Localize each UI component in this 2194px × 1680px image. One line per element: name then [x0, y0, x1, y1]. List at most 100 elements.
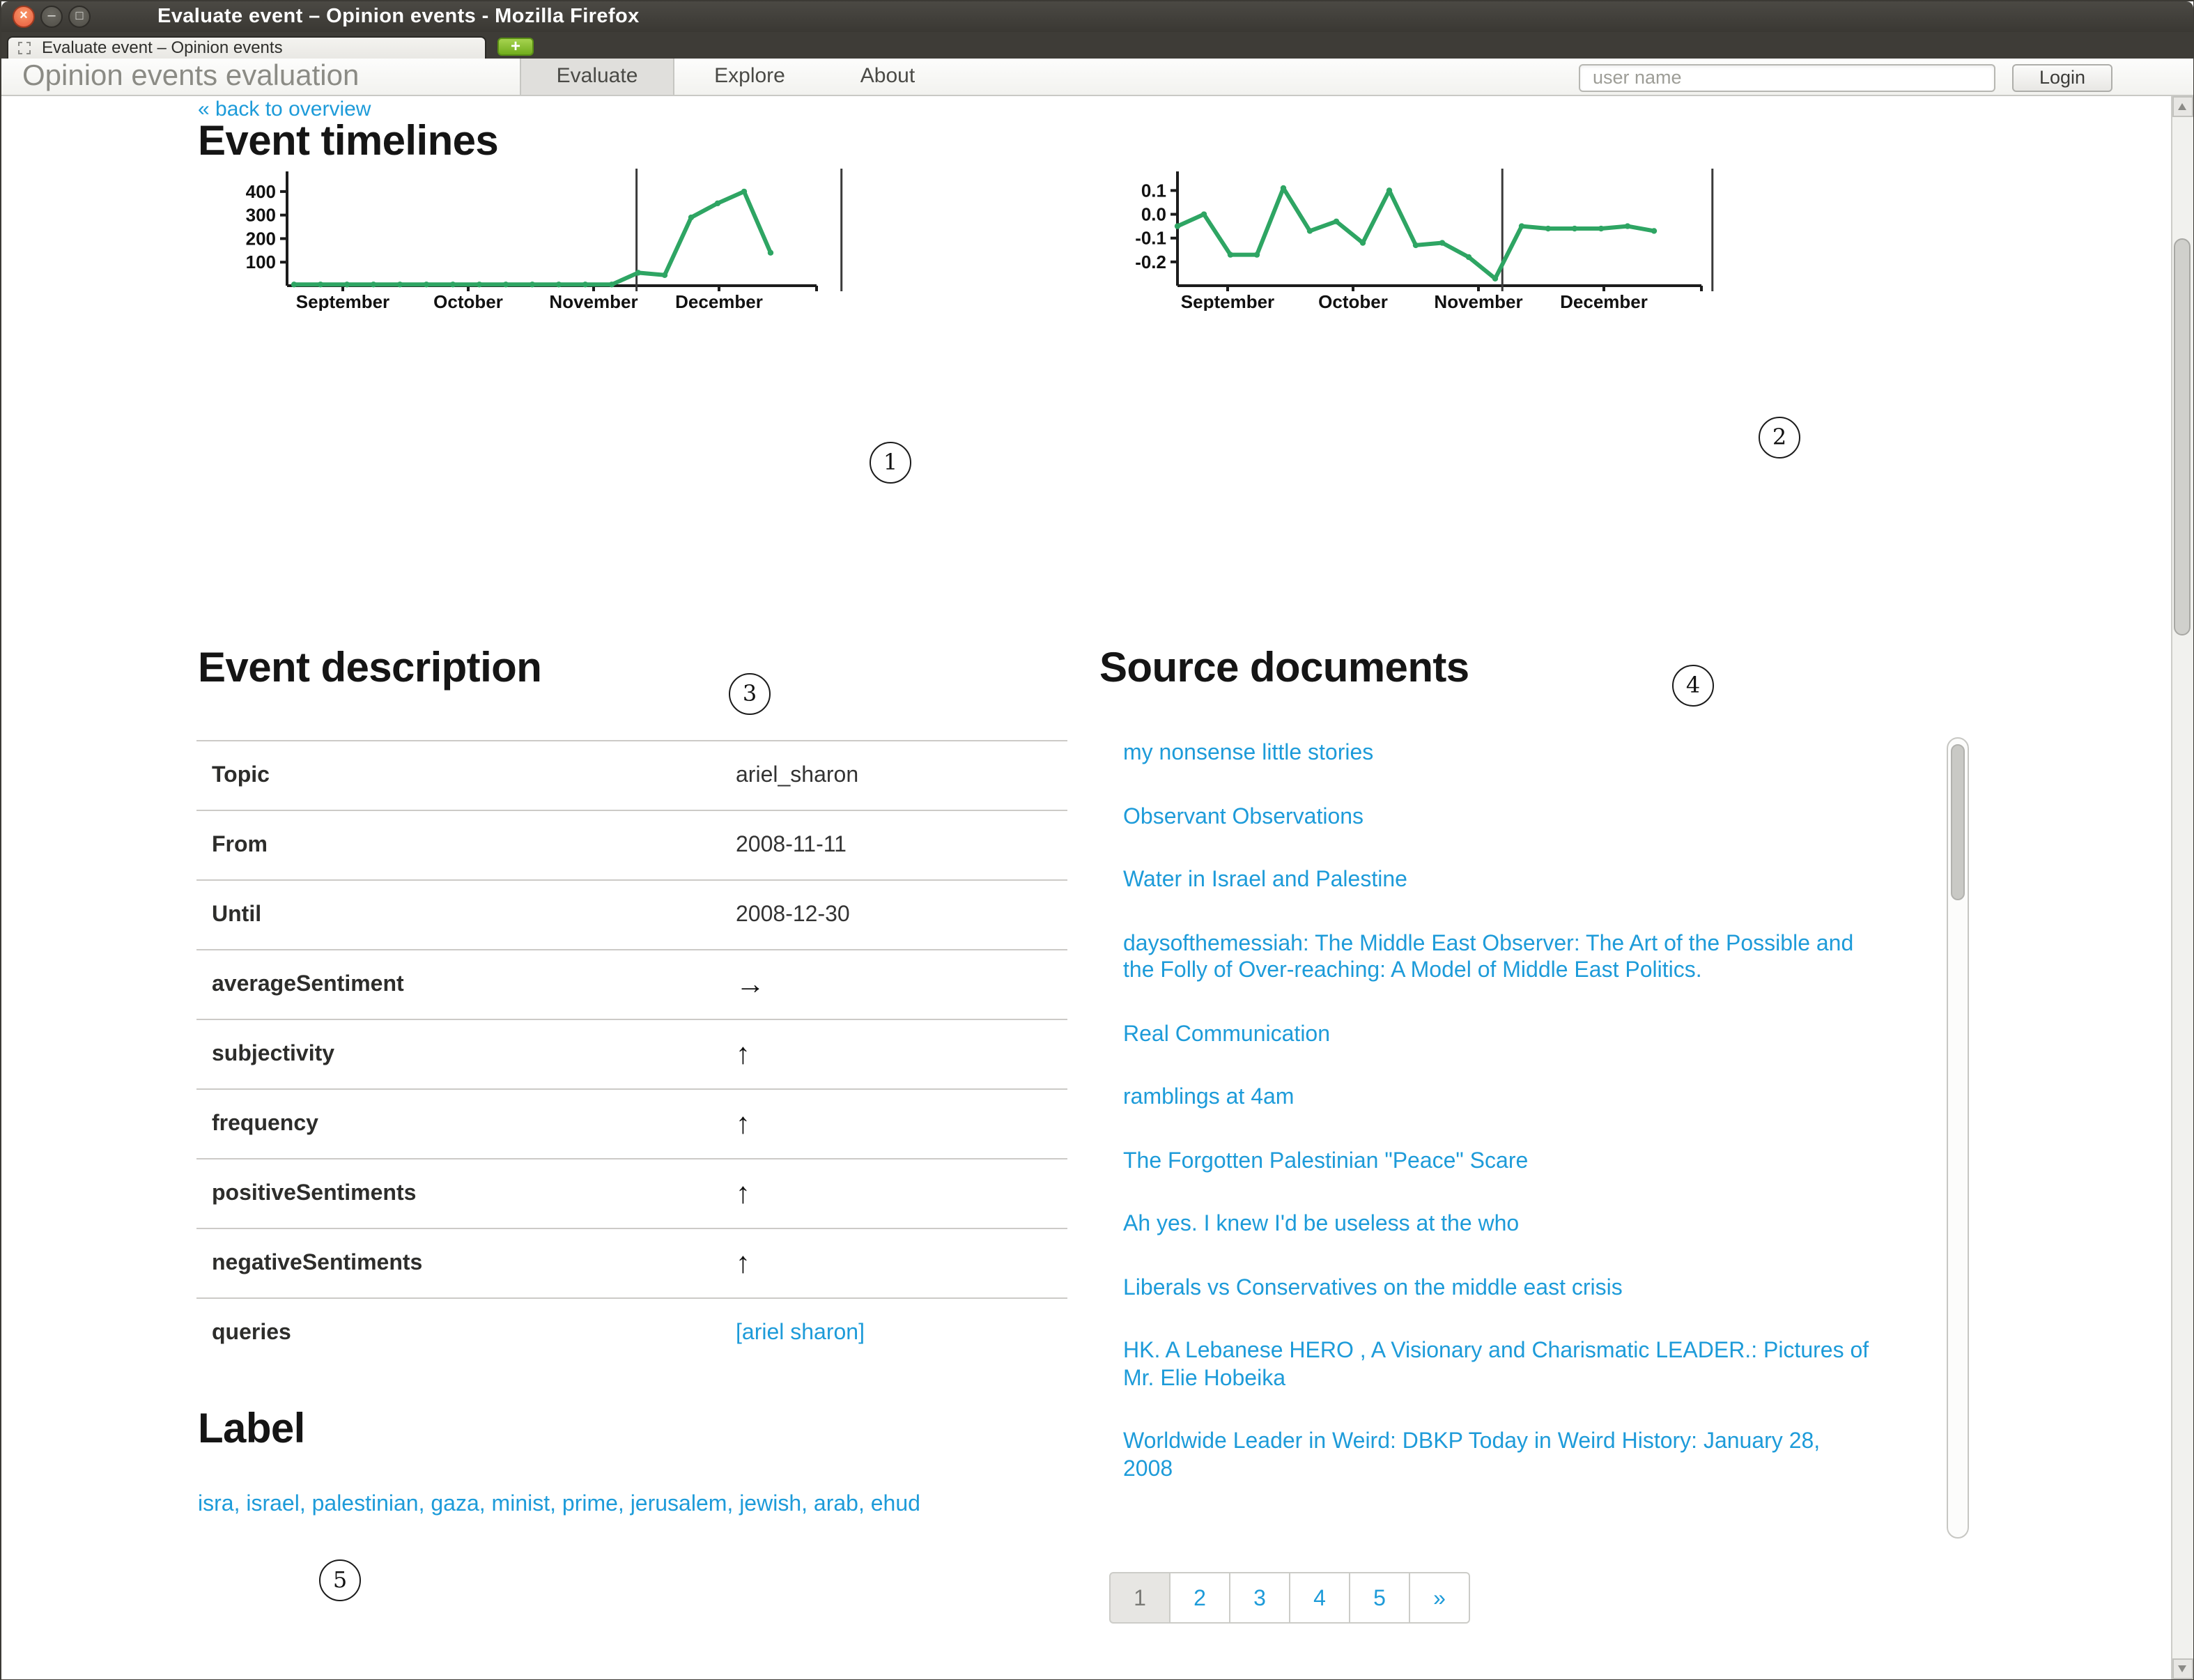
label-heading: Label: [198, 1406, 305, 1454]
up-arrow-icon: ↑: [736, 1159, 750, 1229]
svg-text:200: 200: [246, 228, 276, 249]
new-tab-button[interactable]: +: [497, 38, 534, 56]
row-label: Until: [212, 881, 261, 950]
browser-window: × – □ Evaluate event – Opinion events - …: [0, 0, 2194, 1680]
scroll-down-arrow-icon[interactable]: [2172, 1658, 2193, 1679]
row-label: positiveSentiments: [212, 1159, 416, 1229]
row-value: 2008-12-30: [736, 881, 850, 950]
source-document-link[interactable]: my nonsense little stories: [1123, 740, 1876, 767]
source-document-link[interactable]: ramblings at 4am: [1123, 1084, 1876, 1111]
page-button-4[interactable]: 4: [1289, 1572, 1350, 1624]
source-document-link[interactable]: The Forgotten Palestinian "Peace" Scare: [1123, 1148, 1876, 1175]
window-titlebar: × – □ Evaluate event – Opinion events - …: [1, 1, 2193, 32]
window-maximize-button[interactable]: □: [68, 6, 91, 28]
svg-text:November: November: [1434, 291, 1522, 311]
right-arrow-icon: →: [736, 950, 765, 1020]
close-icon: ×: [20, 8, 28, 24]
window-close-button[interactable]: ×: [13, 6, 35, 28]
page-button-next[interactable]: »: [1409, 1572, 1470, 1624]
row-label: From: [212, 811, 268, 881]
source-list-scrollbar-thumb[interactable]: [1951, 744, 1965, 900]
source-document-link[interactable]: Ah yes. I knew I'd be useless at the who: [1123, 1211, 1876, 1238]
label-terms-link[interactable]: isra, israel, palestinian, gaza, minist,…: [198, 1487, 1034, 1522]
row-value: ariel_sharon: [736, 741, 858, 811]
source-documents-list: my nonsense little stories Observant Obs…: [1123, 740, 1876, 1519]
nav-tab-about[interactable]: About: [846, 59, 929, 95]
source-document-link[interactable]: HK. A Lebanese HERO , A Visionary and Ch…: [1123, 1338, 1876, 1392]
pagination: 1 2 3 4 5 »: [1109, 1572, 1470, 1624]
up-arrow-icon: ↑: [736, 1020, 750, 1090]
table-row: Topic ariel_sharon: [196, 740, 1067, 810]
table-row: From 2008-11-11: [196, 810, 1067, 879]
row-label: negativeSentiments: [212, 1229, 422, 1299]
page-favicon-icon: [18, 42, 31, 54]
svg-text:December: December: [675, 291, 763, 311]
svg-text:400: 400: [246, 181, 276, 202]
tab-strip: Evaluate event – Opinion events +: [1, 32, 2193, 59]
window-minimize-button[interactable]: –: [40, 6, 63, 28]
window-scrollbar[interactable]: [2170, 96, 2193, 1679]
login-button[interactable]: Login: [2012, 63, 2112, 91]
up-arrow-icon: ↑: [736, 1090, 750, 1159]
source-document-link[interactable]: daysofthemessiah: The Middle East Observ…: [1123, 930, 1876, 985]
page-button-5[interactable]: 5: [1349, 1572, 1410, 1624]
page-button-1[interactable]: 1: [1109, 1572, 1171, 1624]
plus-icon: +: [511, 36, 520, 56]
svg-text:October: October: [1318, 291, 1388, 311]
tab-title: Evaluate event – Opinion events: [42, 38, 283, 57]
source-document-link[interactable]: Liberals vs Conservatives on the middle …: [1123, 1274, 1876, 1302]
up-arrow-icon: ↑: [736, 1229, 750, 1299]
nav-tab-evaluate[interactable]: Evaluate: [520, 59, 674, 95]
event-description-table: Topic ariel_sharon From 2008-11-11 Until…: [196, 740, 1067, 1367]
page-button-2[interactable]: 2: [1169, 1572, 1230, 1624]
callout-badge-5: 5: [319, 1559, 361, 1601]
source-document-link[interactable]: Worldwide Leader in Weird: DBKP Today in…: [1123, 1428, 1876, 1483]
svg-text:0.0: 0.0: [1141, 204, 1166, 225]
svg-text:September: September: [296, 291, 389, 311]
source-document-link[interactable]: Observant Observations: [1123, 803, 1876, 831]
svg-text:October: October: [433, 291, 503, 311]
svg-text:100: 100: [246, 252, 276, 272]
table-row: averageSentiment →: [196, 949, 1067, 1019]
window-scrollbar-thumb[interactable]: [2174, 238, 2191, 635]
back-to-overview-link[interactable]: « back to overview: [198, 98, 371, 121]
table-row: Until 2008-12-30: [196, 879, 1067, 949]
svg-text:-0.1: -0.1: [1135, 228, 1166, 249]
svg-text:0.1: 0.1: [1141, 180, 1166, 201]
badge-number: 5: [333, 1566, 347, 1593]
event-description-heading: Event description: [198, 645, 541, 693]
queries-link[interactable]: [ariel sharon]: [736, 1299, 865, 1369]
browser-tab[interactable]: Evaluate event – Opinion events: [7, 36, 486, 59]
svg-text:November: November: [549, 291, 638, 311]
callout-badge-1: 1: [870, 442, 911, 484]
page-button-3[interactable]: 3: [1229, 1572, 1290, 1624]
source-document-link[interactable]: Real Communication: [1123, 1021, 1876, 1048]
table-row: positiveSentiments ↑: [196, 1158, 1067, 1228]
table-row: negativeSentiments ↑: [196, 1228, 1067, 1297]
sentiment-timeline-chart: 0.10.0-0.1-0.2SeptemberOctoberNovemberDe…: [1116, 166, 1743, 311]
row-label: Topic: [212, 741, 270, 811]
badge-number: 3: [743, 680, 757, 707]
nav-tab-explore[interactable]: Explore: [698, 59, 801, 95]
source-document-link[interactable]: Water in Israel and Palestine: [1123, 867, 1876, 894]
table-row: frequency ↑: [196, 1088, 1067, 1158]
table-row: subjectivity ↑: [196, 1019, 1067, 1088]
svg-text:300: 300: [246, 205, 276, 226]
window-title: Evaluate event – Opinion events - Mozill…: [157, 1, 640, 32]
badge-number: 4: [1686, 672, 1700, 698]
site-title: Opinion events evaluation: [22, 59, 359, 95]
svg-text:September: September: [1181, 291, 1274, 311]
site-header: Opinion events evaluation Evaluate Explo…: [1, 59, 2193, 96]
source-list-scrollbar[interactable]: [1947, 737, 1969, 1539]
row-value: 2008-11-11: [736, 811, 847, 881]
minimize-icon: –: [47, 8, 55, 24]
callout-badge-3: 3: [729, 673, 771, 715]
callout-badge-2: 2: [1759, 417, 1800, 458]
svg-text:-0.2: -0.2: [1135, 252, 1166, 272]
event-timelines-heading: Event timelines: [198, 118, 498, 166]
row-label: queries: [212, 1299, 291, 1369]
maximize-icon: □: [76, 8, 84, 22]
username-input[interactable]: [1579, 63, 1995, 91]
table-row: queries [ariel sharon]: [196, 1297, 1067, 1367]
scroll-up-arrow-icon[interactable]: [2172, 96, 2193, 117]
